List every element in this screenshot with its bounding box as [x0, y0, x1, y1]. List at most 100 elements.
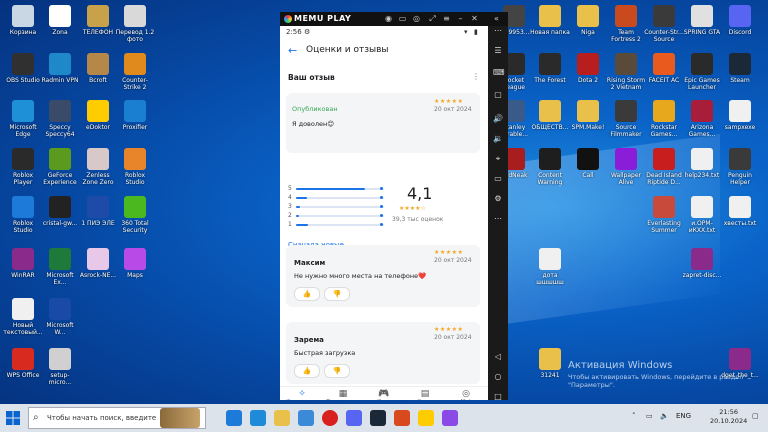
tray-expand-icon[interactable]: ˄	[632, 412, 636, 420]
desktop-icon[interactable]: setup-micro...	[40, 348, 80, 386]
more-icon[interactable]: ⋯	[493, 214, 503, 224]
menu-icon[interactable]: ≡	[442, 14, 451, 23]
desktop-icon[interactable]: help234.txt	[682, 148, 722, 179]
store-taskbar-icon[interactable]	[298, 410, 314, 426]
desktop-icon[interactable]: Penguin Helper	[720, 148, 760, 186]
minimize-icon[interactable]: –	[456, 14, 465, 23]
desktop-icon[interactable]: Новая папка	[530, 5, 570, 36]
task-view-icon[interactable]	[226, 410, 242, 426]
desktop-icon[interactable]: Source Filmmaker	[606, 100, 646, 138]
nav-item-2[interactable]: 🎮Игры	[364, 389, 404, 400]
windows-start-icon[interactable]	[6, 411, 20, 425]
home-icon[interactable]: ○	[493, 372, 503, 382]
desktop-icon[interactable]: Counter-Strike 2	[115, 53, 155, 91]
desktop-icon[interactable]: Microsoft Edge	[3, 100, 43, 138]
desktop-icon[interactable]: Новый текстовый...	[3, 298, 43, 336]
desktop-icon[interactable]: 31241	[530, 348, 570, 379]
desktop-icon[interactable]: Dota 2	[568, 53, 608, 84]
desktop-icon[interactable]: Dead Island Riptide D...	[644, 148, 684, 186]
desktop-icon[interactable]: Epic Games Launcher	[682, 53, 722, 91]
desktop-icon[interactable]: The Forest	[530, 53, 570, 84]
desktop-icon[interactable]: Arizona Games...	[682, 100, 722, 138]
menu-icon[interactable]: ☰	[493, 46, 503, 56]
desktop-icon[interactable]: ОБЩЕСТВ...	[530, 100, 570, 131]
taskbar-clock[interactable]: 21:56 20.10.2024	[710, 408, 747, 426]
notification-icon[interactable]: ▢	[752, 412, 759, 420]
thumbs-up-icon[interactable]: 👍	[294, 287, 320, 301]
desktop-icon[interactable]: Rising Storm 2 Vietnam	[606, 53, 646, 91]
desktop-icon[interactable]: Roblox Studio	[3, 196, 43, 234]
keyboard-icon[interactable]: ⌨	[493, 68, 505, 78]
desktop-icon[interactable]: OBS Studio	[3, 53, 43, 84]
desktop-icon[interactable]: SPRING GTA	[682, 5, 722, 36]
monitor-icon[interactable]: ▭	[398, 14, 407, 23]
expand-icon[interactable]: ⤢	[428, 14, 437, 23]
screen-icon[interactable]: ▢	[493, 90, 503, 100]
desktop-icon[interactable]: Speccy Speccy64	[40, 100, 80, 138]
desktop-icon[interactable]: Перевод 1.2 фото	[115, 5, 155, 43]
gear-icon[interactable]: ⚙	[493, 194, 503, 204]
desktop-icon[interactable]: Bcroft	[78, 53, 118, 84]
app-taskbar-icon[interactable]	[418, 410, 434, 426]
desktop-icon[interactable]: Asrock-NE...	[78, 248, 118, 279]
desktop-icon[interactable]: Roblox Studio	[115, 148, 155, 186]
desktop-icon[interactable]: Radmin VPN	[40, 53, 80, 84]
volume-down-icon[interactable]: 🔉	[493, 134, 503, 144]
desktop-icon[interactable]: sampxexe	[720, 100, 760, 131]
desktop-icon[interactable]: SPM.Make!	[568, 100, 608, 131]
desktop-icon[interactable]: Microsoft W...	[40, 298, 80, 336]
desktop-icon[interactable]: хвесты.txt	[720, 196, 760, 227]
desktop-icon[interactable]: eDoktor	[78, 100, 118, 131]
desktop-icon[interactable]: Maps	[115, 248, 155, 279]
kebab-menu-icon[interactable]: ⋮	[472, 72, 480, 81]
desktop-icon[interactable]: Counter-Str... Source	[644, 5, 684, 43]
desktop-icon[interactable]: дота шшшшш	[530, 248, 570, 286]
desktop-icon[interactable]: 1 ПИЭ ЭЛЕ	[78, 196, 118, 227]
desktop-icon[interactable]: cristal-gw...	[40, 196, 80, 227]
ellipsis-icon[interactable]: ⋯	[493, 26, 503, 36]
nav-item-3[interactable]: ▤Касса	[405, 389, 445, 400]
desktop-icon[interactable]: Rockstar Games...	[644, 100, 684, 138]
desktop-icon[interactable]: Everlasting Summer	[644, 196, 684, 234]
collapse-sidebar-icon[interactable]: «	[492, 14, 501, 23]
memu-taskbar-icon[interactable]	[442, 410, 458, 426]
desktop-icon[interactable]: Niga	[568, 5, 608, 36]
my-review-card[interactable]: Опубликован ★★★★★ 20 окт 2024 Я доволен😊	[286, 93, 480, 153]
steam-taskbar-icon[interactable]	[370, 410, 386, 426]
desktop-icon[interactable]: Discord	[720, 5, 760, 36]
thumbs-down-icon[interactable]: 👎	[324, 287, 350, 301]
desktop-icon[interactable]: WPS Office	[3, 348, 43, 379]
record-icon[interactable]: ◎	[412, 14, 421, 23]
desktop-icon[interactable]: Wallpaper Alive	[606, 148, 646, 186]
close-icon[interactable]: ✕	[470, 14, 479, 23]
back-icon[interactable]: ◁	[493, 352, 503, 362]
desktop-icon[interactable]: Call	[568, 148, 608, 179]
explorer-taskbar-icon[interactable]	[274, 410, 290, 426]
desktop-icon[interactable]: WinRAR	[3, 248, 43, 279]
desktop-icon[interactable]: FACEIT AC	[644, 53, 684, 84]
desktop-icon[interactable]: GeForce Experience	[40, 148, 80, 186]
app-taskbar-icon[interactable]	[394, 410, 410, 426]
opera-taskbar-icon[interactable]	[322, 410, 338, 426]
desktop-icon[interactable]: Steam	[720, 53, 760, 84]
discord-taskbar-icon[interactable]	[346, 410, 362, 426]
language-indicator[interactable]: ENG	[676, 412, 691, 420]
nav-item-0[interactable]: ✧Интересное	[282, 389, 322, 400]
thumbs-down-icon[interactable]: 👎	[324, 364, 350, 378]
desktop-icon[interactable]: Microsoft Ex...	[40, 248, 80, 286]
desktop-icon[interactable]: Roblox Player	[3, 148, 43, 186]
desktop-icon[interactable]: Proxifier	[115, 100, 155, 131]
recents-icon[interactable]: □	[493, 392, 503, 402]
desktop-icon[interactable]: Zona	[40, 5, 80, 36]
nav-item-4[interactable]: ◎Мой	[446, 389, 486, 400]
desktop-icon[interactable]: и.ОРМ-иКХХ.txt	[682, 196, 722, 234]
volume-icon[interactable]: 🔈	[660, 412, 669, 420]
location-icon[interactable]: ⌖	[493, 154, 503, 164]
edge-taskbar-icon[interactable]	[250, 410, 266, 426]
desktop-icon[interactable]: Корзина	[3, 5, 43, 36]
desktop-icon[interactable]: Content Warning	[530, 148, 570, 186]
network-icon[interactable]: ▭	[646, 412, 653, 420]
desktop-icon[interactable]: Zenless Zone Zero	[78, 148, 118, 186]
desktop-icon[interactable]: zapret-disc...	[682, 248, 722, 279]
folder-icon[interactable]: ▭	[493, 174, 503, 184]
